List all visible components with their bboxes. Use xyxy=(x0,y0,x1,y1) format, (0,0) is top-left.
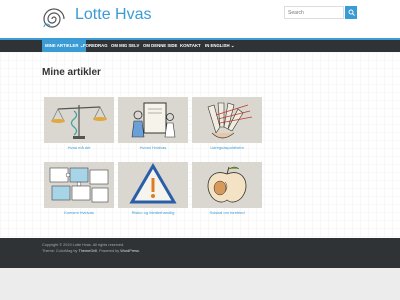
nav-item-om-denne-side[interactable]: OM DENNE SIDE xyxy=(140,40,180,52)
main-navigation: MINE ARTIKLER ⌄ FOREDRAG OM MIG SELV OM … xyxy=(0,38,400,52)
nav-item-in-english[interactable]: IN ENGLISH ⌄ xyxy=(202,40,237,52)
article-thumbnail[interactable] xyxy=(192,162,262,208)
article-thumbnail[interactable] xyxy=(118,162,188,208)
theme-credit: Theme: ColorMag by ThemeGrill. Powered b… xyxy=(42,249,140,253)
nav-item-label: FOREDRAG xyxy=(83,43,108,48)
search-input[interactable] xyxy=(284,6,344,19)
nav-item-label: KONTAKT xyxy=(180,43,201,48)
balance-scale-icon xyxy=(51,105,107,139)
article-thumbnail[interactable] xyxy=(192,97,262,143)
warning-triangle-icon xyxy=(129,163,177,204)
theme-credit-mid: . Powered by xyxy=(97,249,121,253)
article-caption[interactable]: Hvad må det xyxy=(44,145,114,150)
article-thumbnail[interactable] xyxy=(44,97,114,143)
themegrill-link[interactable]: ThemeGrill xyxy=(78,249,97,253)
article-caption[interactable]: Udregnaspoldheim xyxy=(192,145,262,150)
nav-item-kontakt[interactable]: KONTAKT xyxy=(177,40,204,52)
theme-credit-prefix: Theme: ColorMag by xyxy=(42,249,79,253)
copyright-text: Copyright © 2019 Lotte Hvas. All rights … xyxy=(42,243,125,247)
site-footer: Copyright © 2019 Lotte Hvas. All rights … xyxy=(0,238,400,268)
page-bottom-area xyxy=(0,268,400,300)
article-caption[interactable]: Komsmi Hvidvas xyxy=(44,210,114,215)
wordpress-link[interactable]: WordPress xyxy=(120,249,139,253)
article-thumbnail[interactable] xyxy=(118,97,188,143)
page: Lotte Hvas MINE ARTIKLER ⌄ FOREDRAG OM M… xyxy=(0,0,400,300)
page-title: Mine artikler xyxy=(42,67,101,78)
article-caption[interactable]: Hvorvi Hvidvas xyxy=(118,145,188,150)
apple-icon xyxy=(207,166,247,203)
nav-item-om-mig-selv[interactable]: OM MIG SELV xyxy=(108,40,142,52)
puzzle-pieces-icon xyxy=(49,167,109,203)
spiral-logo-icon[interactable] xyxy=(40,5,68,33)
magnifier-icon xyxy=(348,9,355,16)
nav-item-label: IN ENGLISH xyxy=(205,43,230,48)
nav-item-label: OM MIG SELV xyxy=(111,43,140,48)
nav-item-label: OM DENNE SIDE xyxy=(143,43,178,48)
site-header: Lotte Hvas xyxy=(0,0,400,38)
nav-item-label: MINE ARTIKLER xyxy=(45,43,79,48)
nav-item-foredrag[interactable]: FOREDRAG xyxy=(80,40,111,52)
search-button[interactable] xyxy=(345,6,357,19)
article-caption[interactable]: Risiko og Medbehandlig xyxy=(118,210,188,215)
chevron-down-icon: ⌄ xyxy=(230,43,235,48)
article-caption[interactable]: Solskal om forebled xyxy=(192,210,262,215)
article-thumbnail[interactable] xyxy=(44,162,114,208)
figures-document-icon xyxy=(131,102,176,138)
site-title[interactable]: Lotte Hvas xyxy=(75,6,151,24)
hand-fan-icon xyxy=(207,102,253,139)
theme-credit-suffix: . xyxy=(138,249,141,253)
main-content: Mine artikler Hvad må det Hvorvi Hvidvas… xyxy=(0,52,400,238)
